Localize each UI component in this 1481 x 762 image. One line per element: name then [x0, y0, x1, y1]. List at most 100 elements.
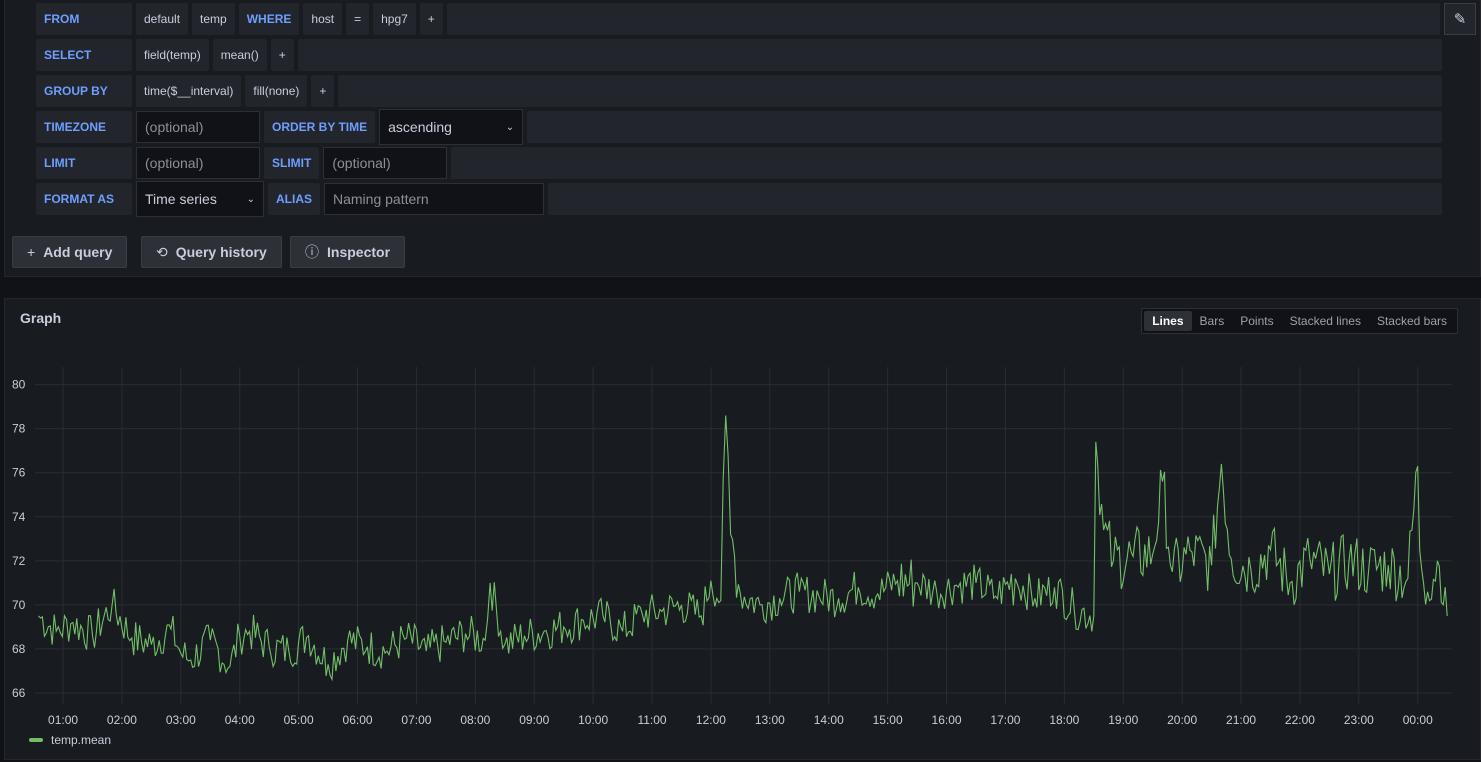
x-tick-label: 14:00 — [814, 713, 844, 727]
inspector-label: Inspector — [327, 244, 391, 260]
row-filler — [451, 147, 1442, 179]
x-tick-label: 17:00 — [990, 713, 1020, 727]
x-tick-label: 18:00 — [1049, 713, 1079, 727]
visualization-mode-toggle: Lines Bars Points Stacked lines Stacked bars — [1141, 308, 1458, 334]
add-query-button[interactable]: + Add query — [12, 236, 128, 268]
series-line-temp-mean[interactable] — [38, 415, 1448, 682]
legend: temp.mean — [29, 733, 111, 747]
x-tick-label: 23:00 — [1344, 713, 1374, 727]
select-keyword: SELECT — [36, 39, 132, 71]
query-editor: FROM default temp WHERE host = hpg7 + SE… — [4, 0, 1481, 277]
query-history-label: Query history — [175, 244, 267, 260]
x-tick-label: 20:00 — [1167, 713, 1197, 727]
mode-bars[interactable]: Bars — [1192, 311, 1233, 331]
info-icon: ⓘ — [305, 244, 319, 260]
add-query-label: Add query — [43, 244, 113, 260]
format-as-select[interactable]: Time series ⌄ — [136, 181, 264, 217]
alias-input[interactable]: Naming pattern — [324, 183, 544, 215]
y-tick-label: 76 — [12, 466, 26, 480]
measurement-segment[interactable]: temp — [192, 3, 235, 35]
field-segment[interactable]: field(temp) — [136, 39, 209, 71]
x-tick-label: 01:00 — [48, 713, 78, 727]
x-tick-label: 04:00 — [225, 713, 255, 727]
limit-input[interactable]: (optional) — [136, 147, 260, 179]
time-series-chart[interactable]: 66 68 70 72 74 76 78 80 01:00 02:00 03:00 04:00 05:0… — [5, 299, 1481, 761]
x-tick-label: 19:00 — [1108, 713, 1138, 727]
database-segment[interactable]: default — [136, 3, 189, 35]
inspector-button[interactable]: ⓘ Inspector — [290, 236, 406, 268]
order-by-value: ascending — [388, 119, 452, 135]
from-row: FROM default temp WHERE host = hpg7 + — [36, 3, 1440, 35]
order-by-select[interactable]: ascending ⌄ — [379, 109, 524, 145]
mode-points[interactable]: Points — [1232, 311, 1281, 331]
timezone-input[interactable]: (optional) — [136, 111, 260, 143]
x-tick-label: 02:00 — [107, 713, 137, 727]
legend-swatch — [29, 738, 43, 742]
row-filler — [297, 39, 1442, 71]
y-tick-label: 80 — [12, 378, 26, 392]
y-tick-label: 70 — [12, 598, 26, 612]
x-tick-label: 11:00 — [637, 713, 666, 727]
where-tag-segment[interactable]: host — [303, 3, 343, 35]
graph-title: Graph — [20, 310, 62, 326]
add-select-button[interactable]: + — [270, 39, 294, 71]
chevron-down-icon: ⌄ — [505, 121, 515, 133]
x-tick-label: 05:00 — [284, 713, 314, 727]
x-tick-label: 22:00 — [1285, 713, 1315, 727]
y-tick-label: 68 — [12, 642, 26, 656]
from-keyword: FROM — [36, 3, 132, 35]
x-tick-label: 15:00 — [873, 713, 903, 727]
where-operator-segment[interactable]: = — [346, 3, 370, 35]
x-tick-label: 08:00 — [460, 713, 490, 727]
format-as-value: Time series — [145, 191, 217, 207]
slimit-input[interactable]: (optional) — [323, 147, 448, 179]
row-filler — [446, 3, 1440, 35]
timezone-keyword: TIMEZONE — [36, 111, 132, 143]
mode-stacked-lines[interactable]: Stacked lines — [1282, 311, 1369, 331]
x-tick-label: 13:00 — [755, 713, 785, 727]
query-history-button[interactable]: ⟲ Query history — [141, 236, 282, 268]
where-value-segment[interactable]: hpg7 — [373, 3, 416, 35]
aggregation-segment[interactable]: mean() — [212, 39, 267, 71]
format-row: FORMAT AS Time series ⌄ ALIAS Naming pat… — [36, 181, 1442, 217]
x-tick-label: 12:00 — [696, 713, 726, 727]
group-by-row: GROUP BY time($__interval) fill(none) + — [36, 75, 1442, 107]
order-by-time-keyword: ORDER BY TIME — [264, 111, 376, 143]
timezone-row: TIMEZONE (optional) ORDER BY TIME ascend… — [36, 109, 1442, 145]
limit-keyword: LIMIT — [36, 147, 132, 179]
row-filler — [548, 183, 1442, 215]
group-time-segment[interactable]: time($__interval) — [136, 75, 242, 107]
x-tick-label: 06:00 — [343, 713, 373, 727]
chevron-down-icon: ⌄ — [246, 193, 255, 205]
where-keyword: WHERE — [238, 3, 300, 35]
x-tick-label: 07:00 — [401, 713, 431, 727]
pencil-icon[interactable]: ✎ — [1444, 3, 1476, 35]
row-filler — [527, 111, 1442, 143]
graph-panel: 66 68 70 72 74 76 78 80 01:00 02:00 03:00 04:00 05:0… — [4, 298, 1481, 760]
history-icon: ⟲ — [156, 243, 168, 260]
x-tick-label: 21:00 — [1226, 713, 1256, 727]
y-tick-label: 66 — [12, 686, 26, 700]
legend-series-name[interactable]: temp.mean — [51, 733, 111, 747]
x-tick-label: 09:00 — [519, 713, 549, 727]
y-tick-label: 78 — [12, 422, 26, 436]
select-row: SELECT field(temp) mean() + — [36, 39, 1442, 71]
x-tick-label: 00:00 — [1403, 713, 1433, 727]
row-filler — [338, 75, 1442, 107]
y-tick-label: 74 — [12, 510, 26, 524]
group-fill-segment[interactable]: fill(none) — [245, 75, 308, 107]
x-tick-label: 03:00 — [166, 713, 196, 727]
mode-stacked-bars[interactable]: Stacked bars — [1369, 311, 1455, 331]
x-tick-label: 16:00 — [932, 713, 962, 727]
format-as-keyword: FORMAT AS — [36, 183, 132, 215]
add-where-button[interactable]: + — [419, 3, 443, 35]
limit-row: LIMIT (optional) SLIMIT (optional) — [36, 147, 1442, 179]
plus-icon: + — [27, 244, 36, 260]
y-tick-label: 72 — [12, 554, 26, 568]
group-by-keyword: GROUP BY — [36, 75, 132, 107]
x-tick-label: 10:00 — [578, 713, 608, 727]
alias-keyword: ALIAS — [268, 183, 320, 215]
slimit-keyword: SLIMIT — [264, 147, 320, 179]
add-group-by-button[interactable]: + — [311, 75, 335, 107]
mode-lines[interactable]: Lines — [1144, 311, 1192, 331]
